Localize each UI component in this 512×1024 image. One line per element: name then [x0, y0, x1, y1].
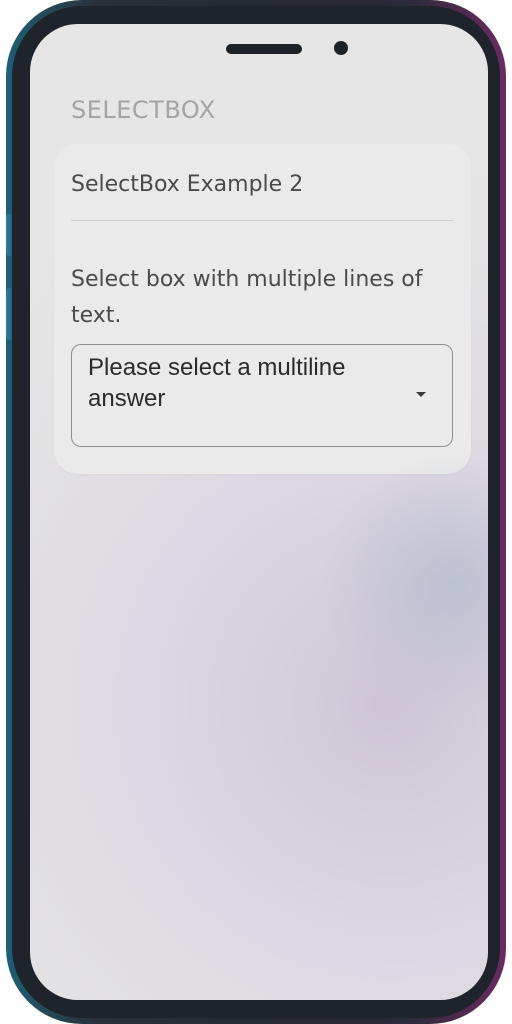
select-value: Please select a multiline answer [88, 354, 346, 412]
caret-down-icon [416, 392, 426, 397]
speaker-grille [226, 44, 302, 54]
selectbox-card: SelectBox Example 2 Select box with mult… [54, 144, 471, 474]
phone-frame: SELECTBOX SelectBox Example 2 Select box… [6, 0, 506, 1024]
phone-screen: SELECTBOX SelectBox Example 2 Select box… [30, 24, 488, 1000]
section-title: SELECTBOX [71, 96, 216, 124]
front-camera [334, 41, 348, 55]
card-title: SelectBox Example 2 [71, 172, 304, 197]
card-divider [71, 220, 454, 221]
card-description: Select box with multiple lines of text. [71, 267, 423, 328]
multiline-select[interactable]: Please select a multiline answer [71, 344, 453, 447]
